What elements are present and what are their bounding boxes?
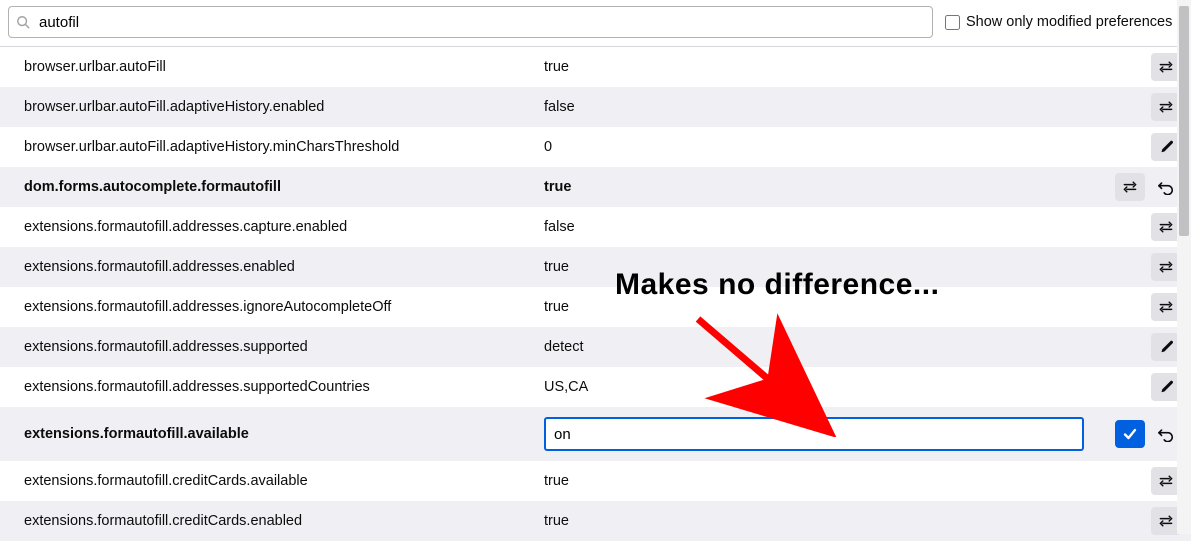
- show-modified-checkbox-label[interactable]: Show only modified preferences: [945, 14, 1172, 30]
- toggle-icon: [1158, 220, 1174, 234]
- check-icon: [1122, 426, 1138, 442]
- toggle-icon: [1158, 300, 1174, 314]
- search-container: [8, 6, 933, 38]
- pencil-icon: [1159, 340, 1174, 355]
- pref-row: browser.urlbar.autoFill.adaptiveHistory.…: [0, 87, 1191, 127]
- pref-row: browser.urlbar.autoFilltrue: [0, 47, 1191, 87]
- show-modified-label-text: Show only modified preferences: [966, 14, 1172, 30]
- pref-name: browser.urlbar.autoFill.adaptiveHistory.…: [24, 89, 544, 125]
- pref-value: detect: [544, 329, 1151, 365]
- pref-row: extensions.formautofill.addresses.suppor…: [0, 327, 1191, 367]
- toggle-icon: [1158, 60, 1174, 74]
- pref-name: extensions.formautofill.creditCards.avai…: [24, 463, 544, 499]
- pref-value: US,CA: [544, 369, 1151, 405]
- pencil-icon: [1159, 140, 1174, 155]
- pref-name: extensions.formautofill.addresses.enable…: [24, 249, 544, 285]
- undo-icon: [1158, 180, 1174, 195]
- pref-row: extensions.formautofill.addresses.enable…: [0, 247, 1191, 287]
- toggle-icon: [1158, 514, 1174, 528]
- pref-row: extensions.formautofill.addresses.captur…: [0, 207, 1191, 247]
- pref-value: true: [544, 463, 1151, 499]
- pref-name: extensions.formautofill.addresses.ignore…: [24, 289, 544, 325]
- preferences-table: browser.urlbar.autoFilltruebrowser.urlba…: [0, 46, 1191, 541]
- pref-value: false: [544, 89, 1151, 125]
- pref-value: false: [544, 209, 1151, 245]
- pref-value: 0: [544, 129, 1151, 165]
- pref-name: extensions.formautofill.addresses.captur…: [24, 209, 544, 245]
- pref-value: true: [544, 49, 1151, 85]
- pref-row: browser.urlbar.autoFill.adaptiveHistory.…: [0, 127, 1191, 167]
- pref-row: dom.forms.autocomplete.formautofilltrue: [0, 167, 1191, 207]
- pref-row: extensions.formautofill.addresses.suppor…: [0, 367, 1191, 407]
- toggle-button[interactable]: [1115, 173, 1145, 201]
- pencil-icon: [1159, 380, 1174, 395]
- pref-name: extensions.formautofill.addresses.suppor…: [24, 369, 544, 405]
- pref-value: true: [544, 289, 1151, 325]
- pref-value-editing: [544, 407, 1115, 461]
- toggle-icon: [1158, 260, 1174, 274]
- toggle-icon: [1158, 100, 1174, 114]
- search-input[interactable]: [8, 6, 933, 38]
- pref-name: dom.forms.autocomplete.formautofill: [24, 169, 544, 205]
- pref-value: true: [544, 249, 1151, 285]
- pref-name: extensions.formautofill.available: [24, 416, 544, 452]
- pref-name: browser.urlbar.autoFill.adaptiveHistory.…: [24, 129, 544, 165]
- pref-edit-input[interactable]: [544, 417, 1084, 451]
- toggle-icon: [1158, 474, 1174, 488]
- vertical-scrollbar[interactable]: [1177, 0, 1191, 534]
- search-bar: Show only modified preferences: [0, 0, 1191, 46]
- search-icon: [16, 15, 30, 29]
- pref-row: extensions.formautofill.creditCards.avai…: [0, 461, 1191, 501]
- pref-value: true: [544, 169, 1115, 205]
- show-modified-checkbox[interactable]: [945, 15, 960, 30]
- pref-row: extensions.formautofill.creditCards.enab…: [0, 501, 1191, 541]
- pref-name: extensions.formautofill.addresses.suppor…: [24, 329, 544, 365]
- scrollbar-thumb[interactable]: [1179, 6, 1189, 236]
- undo-icon: [1158, 427, 1174, 442]
- save-button[interactable]: [1115, 420, 1145, 448]
- pref-row: extensions.formautofill.addresses.ignore…: [0, 287, 1191, 327]
- pref-name: browser.urlbar.autoFill: [24, 49, 544, 85]
- pref-row: extensions.formautofill.available: [0, 407, 1191, 461]
- toggle-icon: [1122, 180, 1138, 194]
